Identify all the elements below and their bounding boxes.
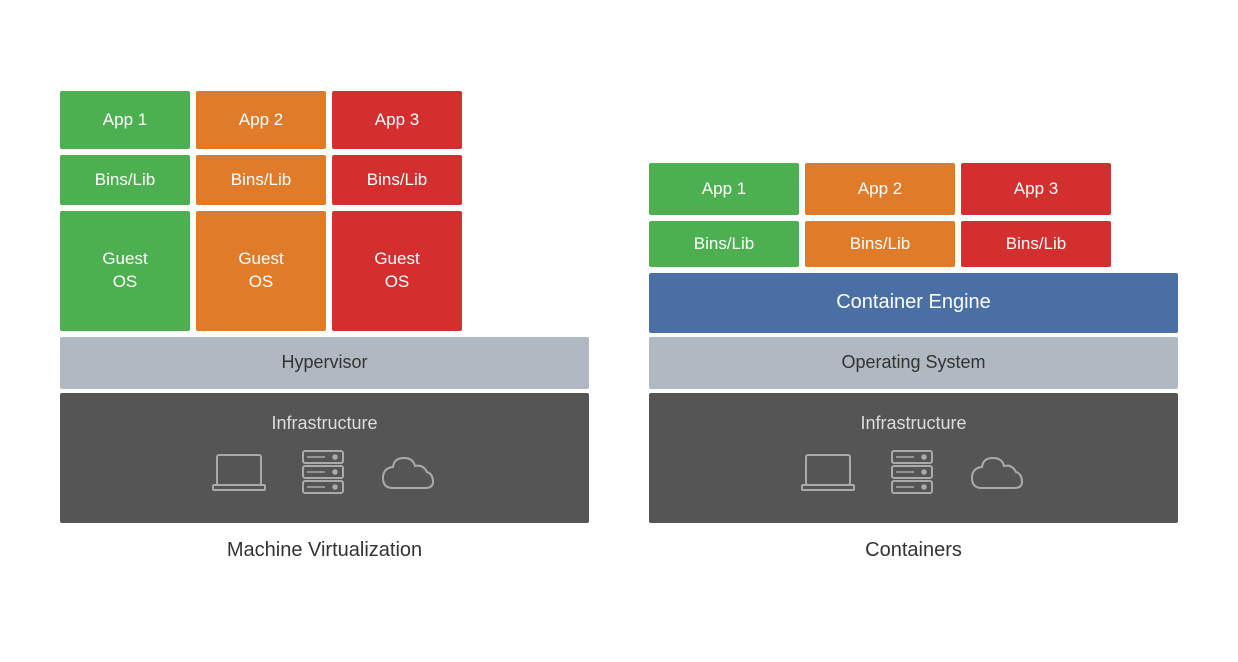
ct-bins3: Bins/Lib (961, 221, 1111, 267)
ct-cloud-icon (966, 452, 1030, 503)
ct-app1: App 1 (649, 163, 799, 215)
ct-os: Operating System (649, 337, 1178, 389)
ct-laptop-icon (798, 450, 858, 503)
ct-app2: App 2 (805, 163, 955, 215)
ct-column: App 1 App 2 App 3 Bins/Lib Bins/Lib Bins… (649, 163, 1178, 562)
vm-bins-row: Bins/Lib Bins/Lib Bins/Lib (60, 155, 589, 205)
vm-guest2: GuestOS (196, 211, 326, 331)
vm-guest-row: GuestOS GuestOS GuestOS (60, 211, 589, 331)
vm-infra: Infrastructure (60, 393, 589, 523)
vm-app1: App 1 (60, 91, 190, 149)
vm-app2: App 2 (196, 91, 326, 149)
ct-infra: Infrastructure (649, 393, 1178, 523)
vm-app3: App 3 (332, 91, 462, 149)
vm-app-row: App 1 App 2 App 3 (60, 91, 589, 149)
vm-guest1: GuestOS (60, 211, 190, 331)
vm-label: Machine Virtualization (227, 539, 422, 562)
vm-hypervisor: Hypervisor (60, 337, 589, 389)
ct-label: Containers (865, 539, 962, 562)
ct-bins-row: Bins/Lib Bins/Lib Bins/Lib (649, 221, 1178, 267)
ct-server-icon (886, 446, 938, 503)
vm-bins3: Bins/Lib (332, 155, 462, 205)
ct-icons (798, 446, 1030, 503)
cloud-icon (377, 452, 441, 503)
vm-bins2: Bins/Lib (196, 155, 326, 205)
vm-guest3: GuestOS (332, 211, 462, 331)
ct-bins2: Bins/Lib (805, 221, 955, 267)
ct-diagram: App 1 App 2 App 3 Bins/Lib Bins/Lib Bins… (649, 163, 1178, 527)
vm-infra-label: Infrastructure (271, 413, 377, 434)
ct-app-row: App 1 App 2 App 3 (649, 163, 1178, 215)
ct-bins1: Bins/Lib (649, 221, 799, 267)
server-icon (297, 446, 349, 503)
vm-diagram: App 1 App 2 App 3 Bins/Lib Bins/Lib Bins… (60, 91, 589, 527)
vm-bins1: Bins/Lib (60, 155, 190, 205)
laptop-icon (209, 450, 269, 503)
ct-engine: Container Engine (649, 273, 1178, 333)
ct-app3: App 3 (961, 163, 1111, 215)
vm-icons (209, 446, 441, 503)
vm-column: App 1 App 2 App 3 Bins/Lib Bins/Lib Bins… (60, 91, 589, 562)
ct-infra-label: Infrastructure (860, 413, 966, 434)
main-container: App 1 App 2 App 3 Bins/Lib Bins/Lib Bins… (0, 71, 1238, 592)
